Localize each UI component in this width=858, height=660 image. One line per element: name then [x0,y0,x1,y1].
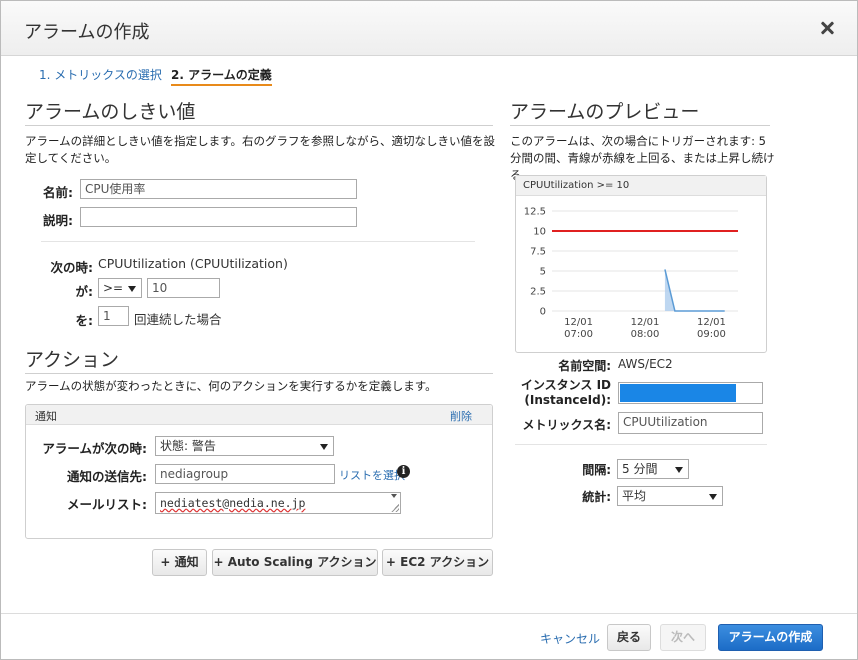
statistic-label: 統計: [582,490,611,504]
statistic-select[interactable]: 平均 [617,486,723,506]
divider [515,444,767,445]
metric-name-field[interactable]: CPUUtilization [618,412,763,434]
chevron-down-icon [675,467,683,473]
notification-panel-header: 通知 削除 [26,405,492,425]
preview-heading: アラームのプレビュー [510,101,700,123]
threshold-heading: アラームのしきい値 [25,101,196,123]
period-select[interactable]: 5 分間 [617,459,689,479]
description-label: 説明: [43,213,73,228]
info-icon[interactable]: i [397,465,410,478]
chart-plot: 12.5107.552.5012/0107:0012/0108:0012/010… [524,207,738,340]
email-list-textarea[interactable]: nediatest@nedia.ne.jp [155,492,401,514]
dialog-title: アラームの作成 [24,22,150,43]
cancel-link[interactable]: キャンセル [540,630,600,647]
add-notification-button[interactable]: + 通知 [152,549,207,576]
is-label: が: [75,284,94,299]
alarm-state-label: アラームが次の時: [42,441,147,456]
divider [41,241,475,242]
dialog-header: アラームの作成 [1,1,857,56]
instance-id-label-line2: (InstanceId): [524,393,611,407]
metric-condition-text: CPUUtilization (CPUUtilization) [98,256,288,271]
y-tick-label: 0 [540,307,546,318]
period-label: 間隔: [582,463,611,477]
email-list-label: メールリスト: [67,497,147,512]
x-tick-time: 07:00 [564,329,593,340]
chevron-down-icon [320,444,328,450]
actions-heading: アクション [25,349,120,371]
instance-id-label: インスタンス ID (InstanceId): [501,378,611,408]
chevron-down-icon [709,494,717,500]
send-to-input[interactable]: nediagroup [155,464,335,484]
create-alarm-dialog: アラームの作成 1. メトリックスの選択 2. アラームの定義 アラームのしきい… [0,0,858,660]
chart-title: CPUUtilization >= 10 [523,180,630,191]
y-tick-label: 12.5 [524,207,546,218]
x-tick-date: 12/01 [631,317,660,328]
divider [510,125,770,126]
step-define-alarm[interactable]: 2. アラームの定義 [171,66,272,86]
operator-select[interactable]: >= [98,278,142,298]
statistic-value: 平均 [622,489,647,503]
actions-description: アラームの状態が変わったときに、何のアクションを実行するかを定義します。 [25,379,437,393]
periods-suffix: 回連続した場合 [134,312,222,327]
notification-title: 通知 [35,410,57,423]
divider [25,373,493,374]
back-button[interactable]: 戻る [607,624,651,651]
x-tick-date: 12/01 [564,317,593,328]
add-ec2-action-button[interactable]: + EC2 アクション [382,549,493,576]
namespace-value: AWS/EC2 [618,357,673,371]
send-to-label: 通知の送信先: [67,469,147,484]
y-tick-label: 10 [533,227,546,238]
threshold-description: アラームの詳細としきい値を指定します。右のグラフを参照しながら、適切なしきい値を… [25,134,495,165]
when-label: 次の時: [50,260,94,275]
resize-handle-icon[interactable] [391,504,399,512]
series-line [664,269,725,312]
y-tick-label: 2.5 [530,287,546,298]
name-label: 名前: [43,185,73,200]
divider [25,125,493,126]
metric-name-label: メトリックス名: [522,418,611,432]
select-list-link[interactable]: リストを選択 [339,467,405,483]
period-value: 5 分間 [622,462,658,476]
instance-id-field[interactable] [618,382,763,404]
chevron-down-icon [128,286,136,292]
step-select-metric[interactable]: 1. メトリックスの選択 [39,66,162,83]
y-tick-label: 7.5 [530,247,546,258]
email-list-value: nediatest@nedia.ne.jp [160,496,306,510]
description-input[interactable] [80,207,357,227]
delete-link[interactable]: 削除 [450,408,472,424]
scroll-arrow-icon[interactable] [391,494,397,498]
namespace-label: 名前空間: [558,359,611,373]
y-tick-label: 5 [540,267,546,278]
x-tick-time: 09:00 [697,329,726,340]
operator-value: >= [103,281,124,295]
alarm-preview-chart: CPUUtilization >= 10 12.5 10 7.5 5 2.5 0 12/01… [515,175,767,353]
create-alarm-button[interactable]: アラームの作成 [718,624,823,651]
alarm-state-value: 状態: 警告 [160,439,216,453]
close-icon[interactable] [816,17,838,39]
instance-id-redacted [620,384,736,402]
for-label: を: [75,313,94,328]
alarm-state-select[interactable]: 状態: 警告 [155,436,334,456]
x-tick-time: 08:00 [631,329,660,340]
periods-input[interactable]: 1 [98,306,129,326]
footer-divider [1,613,857,614]
name-input[interactable]: CPU使用率 [80,179,357,199]
add-autoscaling-action-button[interactable]: + Auto Scaling アクション [212,549,378,576]
threshold-input[interactable]: 10 [147,278,220,298]
instance-id-label-line1: インスタンス ID [520,378,611,392]
chart-header: CPUUtilization >= 10 [516,176,766,196]
next-button[interactable]: 次へ [660,624,706,651]
x-tick-date: 12/01 [697,317,726,328]
